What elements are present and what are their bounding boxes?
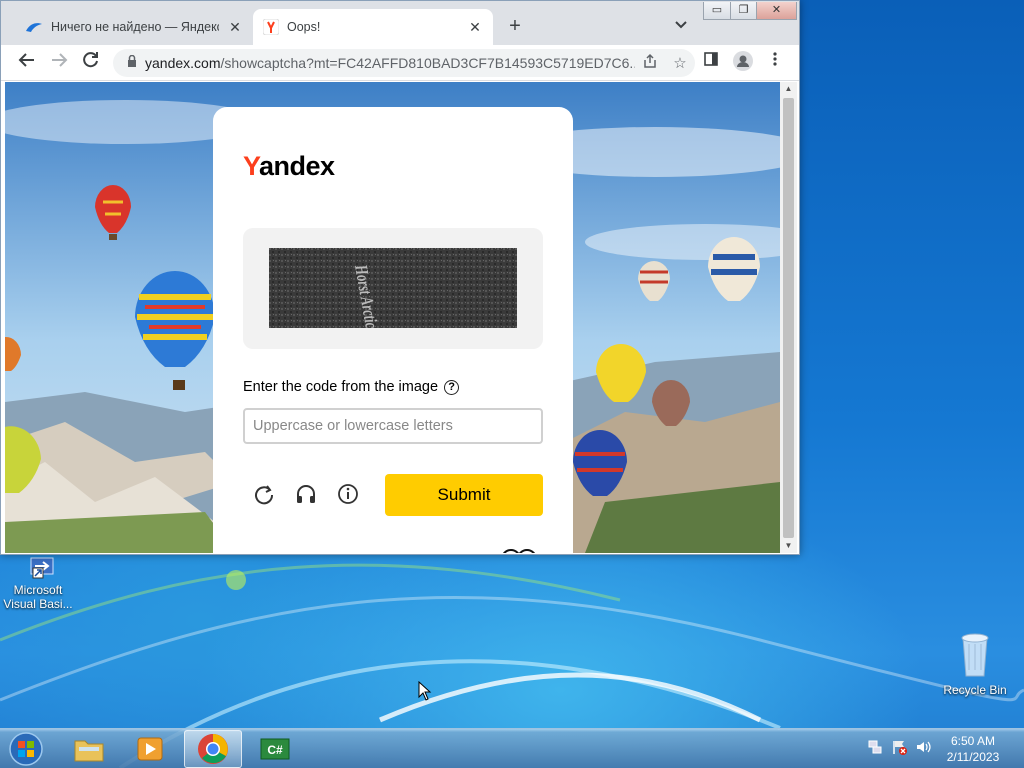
folder-icon bbox=[74, 740, 104, 762]
url-path: /showcaptcha?mt=FC42AFFD810BAD3CF7B14593… bbox=[220, 55, 635, 71]
share-icon[interactable] bbox=[635, 53, 665, 73]
tab-oops[interactable]: Oops! ✕ bbox=[253, 9, 493, 45]
scrollbar-thumb[interactable] bbox=[783, 98, 794, 538]
csharp-icon: C# bbox=[260, 738, 290, 760]
page-viewport: Yandex Horst Arctic Enter the code from … bbox=[5, 82, 780, 553]
tab-search-chevron-icon[interactable] bbox=[671, 17, 691, 37]
taskbar-csharp-ide[interactable]: C# bbox=[248, 730, 302, 768]
minimize-button[interactable]: ▭ bbox=[704, 2, 730, 19]
scroll-up-arrow-icon[interactable]: ▲ bbox=[780, 82, 797, 96]
recycle-bin-icon bbox=[961, 633, 989, 677]
action-center-flag-icon[interactable] bbox=[890, 739, 908, 757]
browser-toolbar: yandex.com/showcaptcha?mt=FC42AFFD810BAD… bbox=[1, 45, 799, 81]
side-panel-icon[interactable] bbox=[699, 51, 723, 75]
yandex-y-favicon-icon bbox=[263, 19, 279, 35]
profile-avatar-icon[interactable] bbox=[731, 51, 755, 75]
yandex-logo: Yandex bbox=[243, 151, 335, 182]
new-tab-button[interactable]: + bbox=[504, 15, 526, 37]
taskbar-explorer[interactable] bbox=[62, 730, 116, 768]
chrome-icon bbox=[198, 734, 228, 764]
logo-text: andex bbox=[259, 151, 335, 181]
audio-captcha-headphones-icon[interactable] bbox=[293, 483, 319, 509]
desktop-icon-label: Visual Basi... bbox=[3, 597, 73, 611]
desktop-icon-label: Microsoft bbox=[13, 583, 63, 597]
captcha-code-input[interactable] bbox=[243, 408, 543, 444]
browser-window: Ничего не найдено — Яндекс.Д ✕ Oops! ✕ +… bbox=[0, 0, 800, 555]
mouse-cursor-icon bbox=[418, 681, 432, 701]
desktop-icon-visual-basic[interactable]: Microsoft Visual Basi... bbox=[2, 556, 74, 611]
menu-kebab-icon[interactable] bbox=[763, 51, 787, 75]
url-text[interactable]: yandex.com/showcaptcha?mt=FC42AFFD810BAD… bbox=[145, 55, 635, 71]
back-button[interactable] bbox=[15, 51, 39, 75]
captcha-container: Horst Arctic bbox=[243, 228, 543, 349]
tab-title: Oops! bbox=[287, 20, 321, 34]
forward-button[interactable] bbox=[47, 51, 71, 75]
media-player-icon bbox=[137, 737, 163, 761]
close-window-button[interactable]: ✕ bbox=[756, 2, 796, 19]
desktop-icon-recycle-bin[interactable]: Recycle Bin bbox=[940, 630, 1010, 697]
address-bar[interactable]: yandex.com/showcaptcha?mt=FC42AFFD810BAD… bbox=[113, 49, 695, 77]
dolphin-favicon-icon bbox=[26, 23, 42, 32]
refresh-captcha-icon[interactable] bbox=[251, 483, 277, 509]
forward-arrow-icon bbox=[52, 53, 68, 67]
windows-orb-icon bbox=[9, 732, 43, 766]
start-button[interactable] bbox=[4, 730, 48, 768]
scroll-down-arrow-icon[interactable]: ▼ bbox=[780, 539, 797, 553]
back-arrow-icon bbox=[18, 53, 34, 67]
smartcaptcha-logo-icon bbox=[503, 549, 535, 553]
clock[interactable]: 6:50 AM 2/11/2023 bbox=[928, 733, 1018, 765]
close-tab-icon[interactable]: ✕ bbox=[467, 19, 483, 36]
clock-time: 6:50 AM bbox=[950, 734, 996, 748]
captcha-card: Yandex Horst Arctic Enter the code from … bbox=[213, 107, 573, 553]
svg-text:C#: C# bbox=[267, 743, 283, 757]
close-tab-icon[interactable]: ✕ bbox=[227, 19, 243, 36]
taskbar: C# 6:50 AM 2/11/2023 bbox=[0, 728, 1024, 768]
taskbar-media-player[interactable] bbox=[123, 730, 177, 768]
tab-title: Ничего не найдено — Яндекс.Д bbox=[51, 20, 219, 34]
maximize-button[interactable]: ❐ bbox=[730, 2, 756, 19]
reload-icon bbox=[83, 52, 98, 68]
submit-button[interactable]: Submit bbox=[385, 474, 543, 516]
captcha-prompt: Enter the code from the image ? bbox=[243, 379, 460, 395]
lock-icon[interactable] bbox=[119, 54, 145, 71]
network-icon[interactable] bbox=[866, 739, 884, 757]
taskbar-chrome[interactable] bbox=[184, 730, 242, 768]
visual-basic-shortcut-icon bbox=[30, 557, 54, 579]
url-host: yandex.com bbox=[145, 55, 221, 71]
reload-button[interactable] bbox=[79, 51, 103, 75]
prompt-text: Enter the code from the image bbox=[243, 379, 439, 395]
info-icon[interactable] bbox=[335, 483, 361, 509]
clock-date: 2/11/2023 bbox=[946, 750, 1000, 764]
captcha-image: Horst Arctic bbox=[269, 248, 517, 330]
tab-yandex-search[interactable]: Ничего не найдено — Яндекс.Д ✕ bbox=[15, 9, 253, 45]
tab-strip: Ничего не найдено — Яндекс.Д ✕ Oops! ✕ +… bbox=[1, 1, 799, 45]
desktop-icon-label: Recycle Bin bbox=[943, 683, 1007, 697]
bookmark-star-icon[interactable]: ☆ bbox=[665, 54, 695, 72]
vertical-scrollbar[interactable]: ▲ ▼ bbox=[780, 82, 797, 553]
logo-letter-y: Y bbox=[243, 151, 260, 181]
help-question-icon[interactable]: ? bbox=[444, 379, 460, 395]
window-controls: ▭ ❐ ✕ bbox=[703, 2, 797, 20]
